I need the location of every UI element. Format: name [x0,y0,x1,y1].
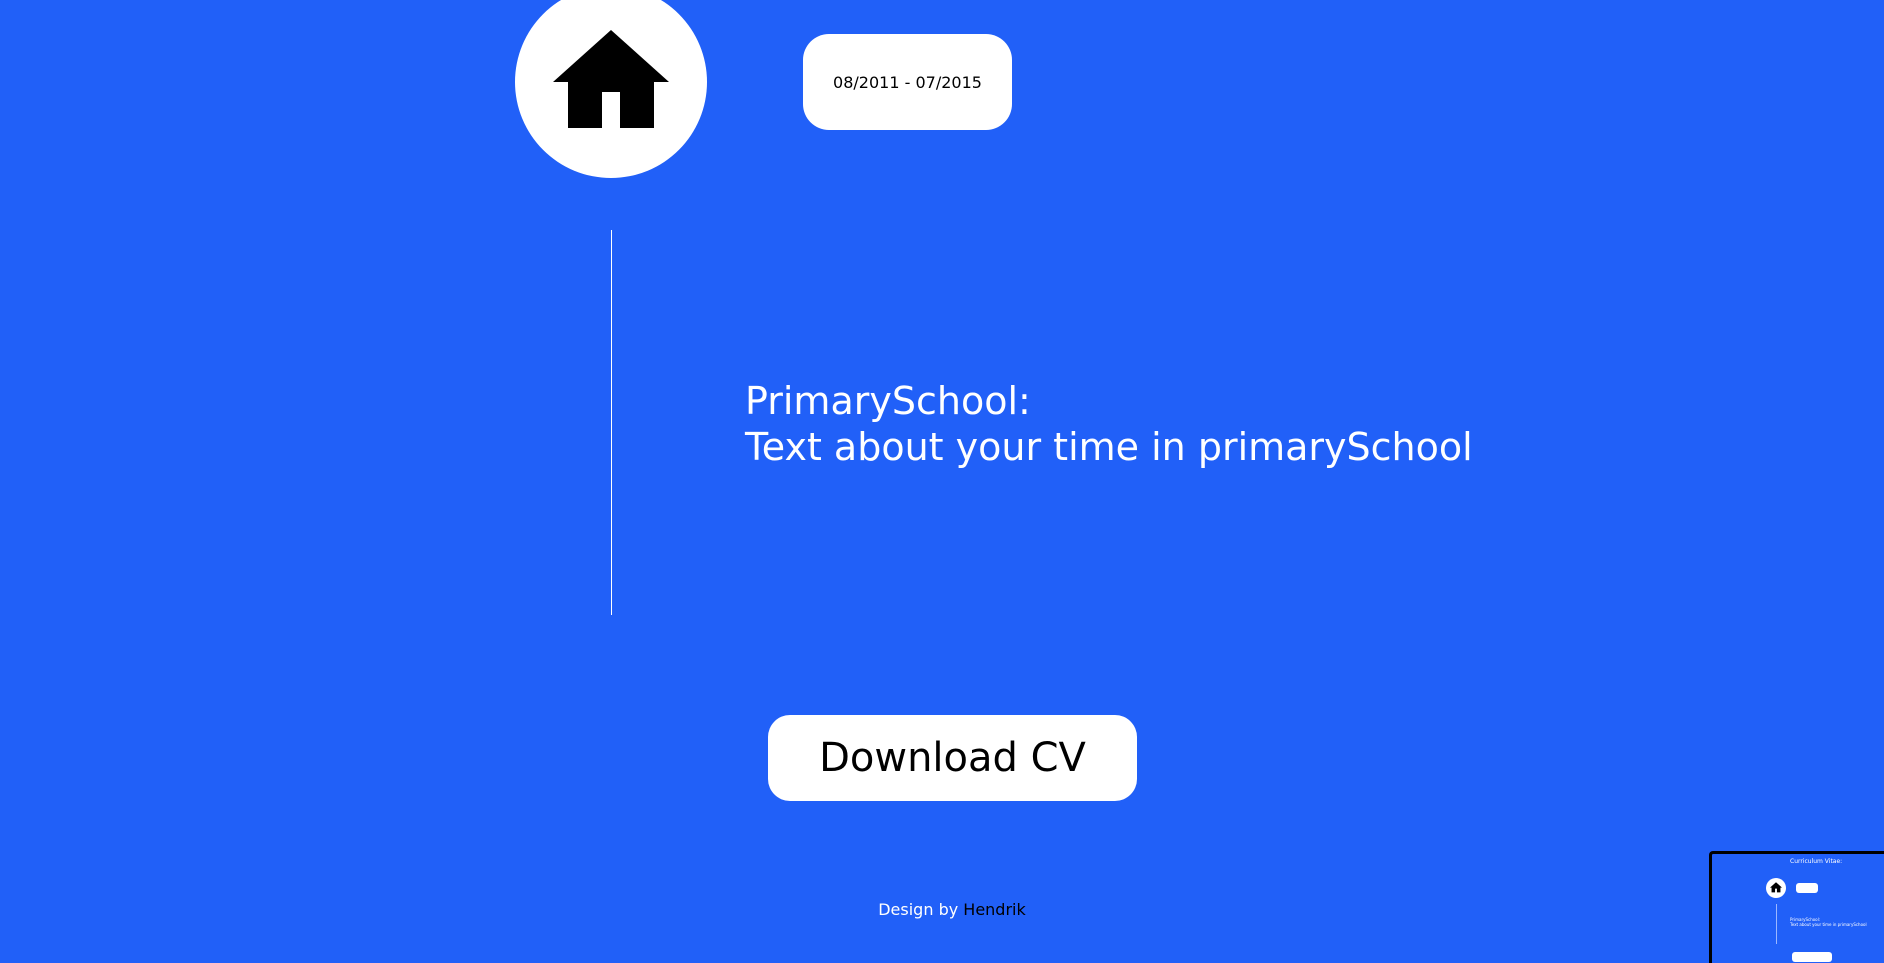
minimap-home-icon [1770,882,1782,893]
minimap-timeline-line [1776,904,1777,944]
timeline-entry: PrimarySchool: Text about your time in p… [745,378,1473,470]
date-range-badge: 08/2011 - 07/2015 [803,34,1012,130]
page-minimap[interactable]: Curriculum Vitae: PrimarySchool: Text ab… [1709,851,1884,963]
minimap-entry: PrimarySchool: Text about your time in p… [1790,917,1867,927]
minimap-icon-circle [1766,878,1786,898]
minimap-title: Curriculum Vitae: [1790,858,1843,865]
footer: Design by Hendrik [0,900,1884,919]
entry-description: Text about your time in primarySchool [745,425,1473,469]
download-cv-button[interactable]: Download CV [768,715,1137,801]
minimap-download-button [1792,952,1832,962]
minimap-entry-description: Text about your time in primarySchool [1790,922,1867,927]
timeline-icon-circle [515,0,707,178]
timeline-line [611,230,612,615]
entry-title: PrimarySchool: [745,379,1031,423]
footer-author-link[interactable]: Hendrik [963,900,1025,919]
minimap-date-badge [1796,883,1818,893]
home-icon [553,30,669,128]
footer-prefix: Design by [878,900,959,919]
